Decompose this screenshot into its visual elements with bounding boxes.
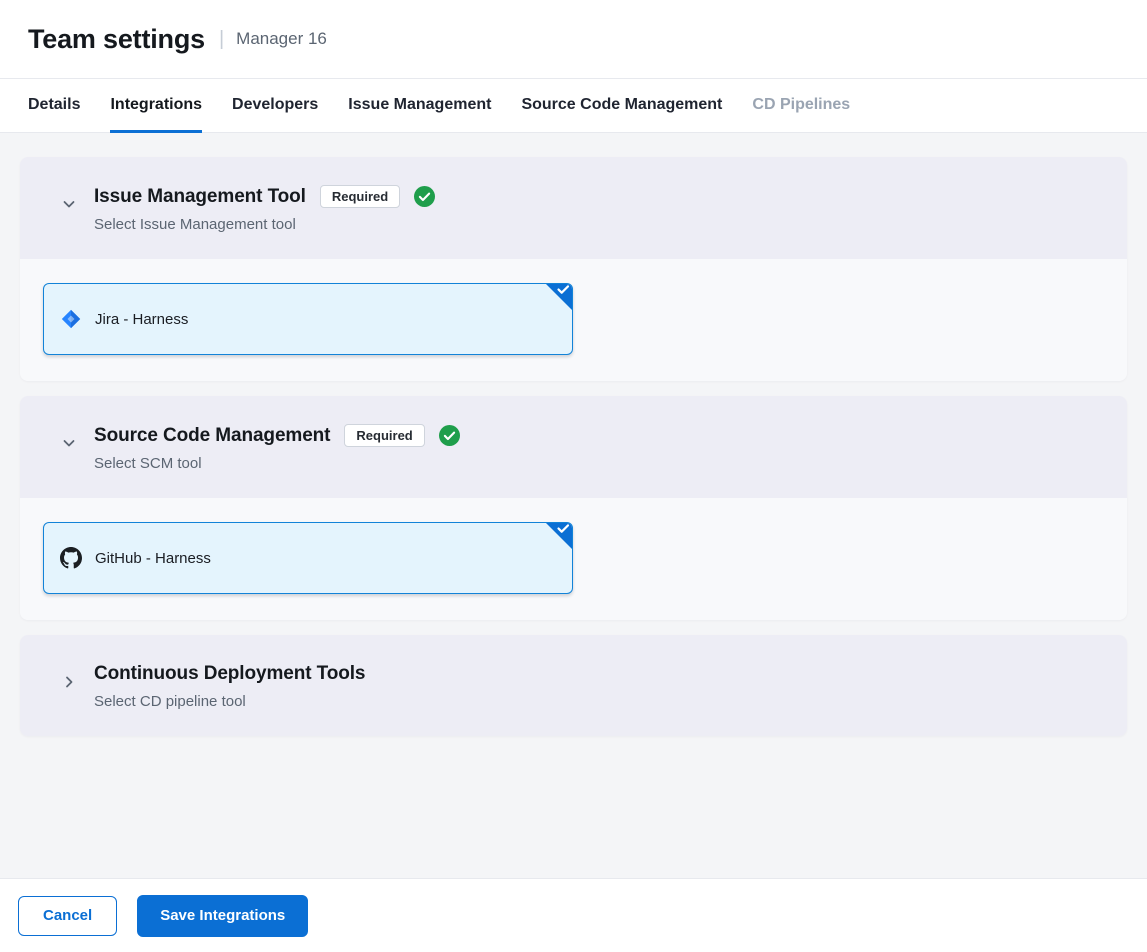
section-title: Issue Management Tool xyxy=(94,186,306,208)
tab-developers[interactable]: Developers xyxy=(232,79,318,133)
section-subtitle: Select CD pipeline tool xyxy=(94,693,1103,710)
option-label: GitHub - Harness xyxy=(95,550,211,567)
section-title: Continuous Deployment Tools xyxy=(94,663,365,685)
selected-check-icon xyxy=(545,283,573,311)
section-header-scm[interactable]: Source Code Management Required Select S… xyxy=(20,396,1127,498)
page-subtitle: Manager 16 xyxy=(236,29,327,49)
section-title: Source Code Management xyxy=(94,425,330,447)
section-continuous-deployment-tools: Continuous Deployment Tools Select CD pi… xyxy=(20,635,1127,736)
team-settings-page: Team settings | Manager 16 Details Integ… xyxy=(0,0,1147,952)
tab-issue-management[interactable]: Issue Management xyxy=(348,79,491,133)
required-badge: Required xyxy=(320,185,400,208)
page-header: Team settings | Manager 16 xyxy=(0,0,1147,78)
save-integrations-button[interactable]: Save Integrations xyxy=(137,895,308,937)
integrations-content: Issue Management Tool Required Select Is… xyxy=(0,133,1147,878)
github-icon xyxy=(60,547,82,569)
complete-check-icon xyxy=(439,425,460,446)
section-header-issue-management[interactable]: Issue Management Tool Required Select Is… xyxy=(20,157,1127,259)
chevron-down-icon[interactable] xyxy=(60,434,78,452)
section-subtitle: Select SCM tool xyxy=(94,455,1103,472)
chevron-right-icon[interactable] xyxy=(60,673,78,691)
jira-icon xyxy=(60,308,82,330)
option-card-jira-harness[interactable]: Jira - Harness xyxy=(43,283,573,355)
section-body: Jira - Harness xyxy=(20,259,1127,381)
tab-integrations[interactable]: Integrations xyxy=(110,79,202,133)
required-badge: Required xyxy=(344,424,424,447)
section-body: GitHub - Harness xyxy=(20,498,1127,620)
selected-check-icon xyxy=(545,522,573,550)
tab-cd-pipelines: CD Pipelines xyxy=(752,79,850,133)
tab-source-code-management[interactable]: Source Code Management xyxy=(521,79,722,133)
footer-actions: Cancel Save Integrations xyxy=(0,878,1147,952)
title-separator: | xyxy=(219,28,224,51)
section-header-cd-tools[interactable]: Continuous Deployment Tools Select CD pi… xyxy=(20,635,1127,736)
cancel-button[interactable]: Cancel xyxy=(18,896,117,936)
complete-check-icon xyxy=(414,186,435,207)
tab-bar: Details Integrations Developers Issue Ma… xyxy=(0,78,1147,133)
option-card-github-harness[interactable]: GitHub - Harness xyxy=(43,522,573,594)
page-title: Team settings xyxy=(28,24,205,55)
section-issue-management-tool: Issue Management Tool Required Select Is… xyxy=(20,157,1127,381)
tab-details[interactable]: Details xyxy=(28,79,80,133)
section-source-code-management: Source Code Management Required Select S… xyxy=(20,396,1127,620)
chevron-down-icon[interactable] xyxy=(60,195,78,213)
section-subtitle: Select Issue Management tool xyxy=(94,216,1103,233)
option-label: Jira - Harness xyxy=(95,311,188,328)
